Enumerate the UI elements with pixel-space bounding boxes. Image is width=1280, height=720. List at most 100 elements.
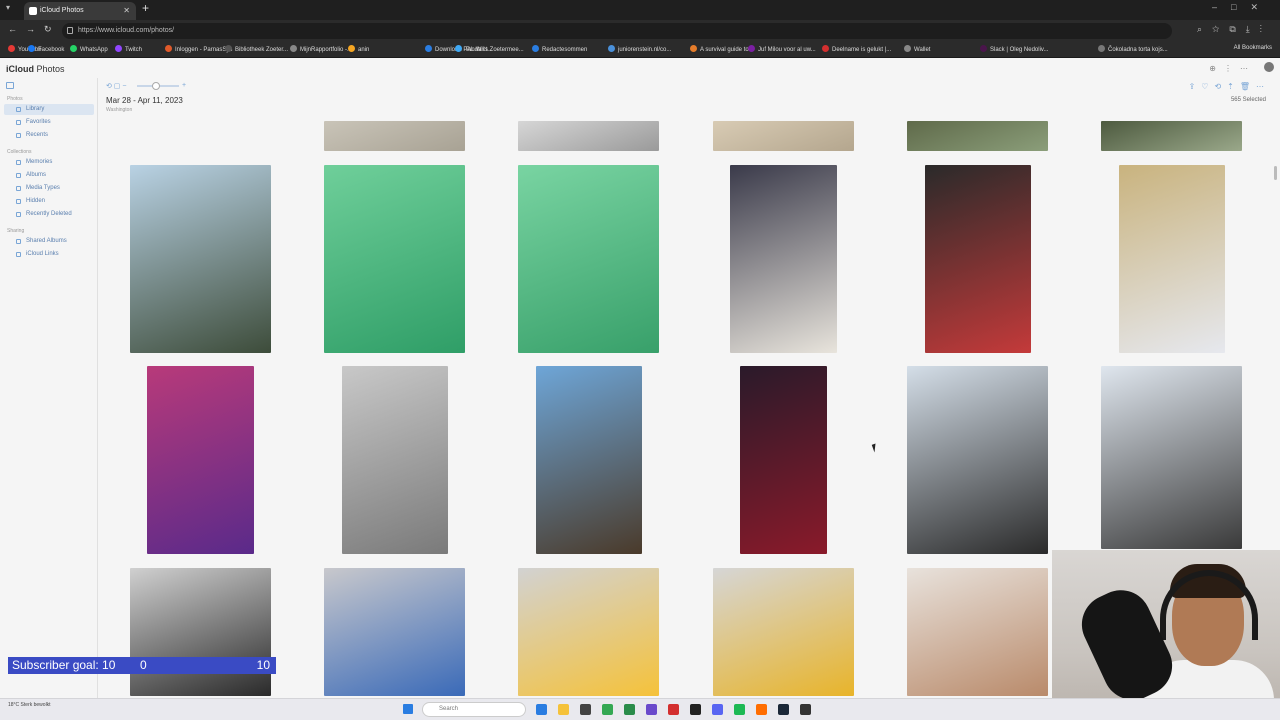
sidebar-item-media-types[interactable]: Media Types [4, 183, 94, 194]
photo-thumbnail[interactable] [907, 121, 1048, 151]
photo-thumbnail[interactable] [518, 121, 659, 151]
zoom-knob[interactable] [152, 82, 160, 90]
photo-action-icons[interactable]: ⇪♡⟲⇡🗑︎⋯ [1189, 82, 1270, 91]
bookmark-favicon-icon [290, 45, 297, 52]
bookmark-item[interactable]: Redactesommen [532, 45, 587, 53]
bookmark-item[interactable]: WhatsApp [70, 45, 108, 53]
bookmark-item[interactable]: juniorenstein.nl/co... [608, 45, 671, 53]
zoom-in-icon[interactable]: + [182, 82, 186, 89]
app-icon[interactable] [756, 704, 767, 715]
bookmark-item[interactable]: Inloggen - ParnasSys [165, 45, 232, 53]
photo-thumbnail[interactable] [1119, 165, 1225, 353]
bookmark-item[interactable]: MijnRapportfolio -... [290, 45, 352, 53]
bookmark-item[interactable]: Čokoladna torta kojs... [1098, 45, 1168, 53]
teams-icon[interactable] [646, 704, 657, 715]
sidebar-item-library[interactable]: Library [4, 104, 94, 115]
bookmark-item[interactable]: A survival guide to... [690, 45, 754, 53]
photo-thumbnail[interactable] [342, 366, 448, 554]
spotify-icon[interactable] [734, 704, 745, 715]
view-toggle-icons[interactable]: ⟲ ▢ − [106, 82, 126, 90]
sidebar-toggle-icon[interactable] [6, 82, 14, 89]
bookmark-label: Čokoladna torta kojs... [1108, 47, 1168, 53]
photo-thumbnail[interactable] [324, 165, 465, 353]
photo-thumbnail[interactable] [147, 366, 254, 554]
browser-tool-icons[interactable]: ⌕☆⧉⤓⋮ [1197, 24, 1272, 35]
all-bookmarks-button[interactable]: All Bookmarks [1234, 45, 1272, 51]
bookmark-item[interactable]: Juf Milou voor al uw... [748, 45, 816, 53]
bookmark-item[interactable]: Deelname is gelukt |... [822, 45, 891, 53]
photo-thumbnail[interactable] [907, 366, 1048, 554]
photo-thumbnail[interactable] [713, 568, 854, 696]
url-bar[interactable]: https://www.icloud.com/photos/ [62, 23, 1172, 39]
bookmark-favicon-icon [425, 45, 432, 52]
photo-thumbnail[interactable] [925, 165, 1031, 353]
obs-icon[interactable] [668, 704, 679, 715]
photo-thumbnail[interactable] [730, 165, 837, 353]
photo-thumbnail[interactable] [740, 366, 827, 554]
windows-taskbar: 18°C Sterk bewolkt Search [0, 698, 1280, 720]
tab-icloud-photos[interactable]: iCloud Photos ✕ [24, 2, 136, 20]
chrome-icon[interactable] [602, 704, 613, 715]
sidebar-item-icloud-links[interactable]: iCloud Links [4, 249, 94, 260]
bookmark-favicon-icon [748, 45, 755, 52]
avatar[interactable] [1264, 62, 1274, 72]
sidebar-item-recently-deleted[interactable]: Recently Deleted [4, 209, 94, 220]
app-header-icons[interactable]: ⊕⋮⋯ [1209, 64, 1256, 73]
bookmark-item[interactable]: Tandarts Zoetermee... [455, 45, 524, 53]
sidebar-item-memories[interactable]: Memories [4, 157, 94, 168]
bookmark-item[interactable]: anin [348, 45, 369, 53]
taskbar-search[interactable]: Search [422, 702, 526, 717]
sidebar-item-label: Media Types [26, 185, 60, 191]
tiktok-icon[interactable] [690, 704, 701, 715]
photo-thumbnail[interactable] [324, 121, 465, 151]
bookmark-label: Slack | Oleg Nedoliv... [990, 47, 1049, 53]
excel-icon[interactable] [624, 704, 635, 715]
forward-icon[interactable]: → [26, 24, 35, 34]
bookmark-item[interactable]: Twitch [115, 45, 142, 53]
weather-widget[interactable]: 18°C Sterk bewolkt [8, 702, 51, 708]
explorer-icon[interactable] [558, 704, 569, 715]
new-tab-button[interactable]: + [142, 1, 149, 15]
edge-icon[interactable] [536, 704, 547, 715]
bookmark-favicon-icon [70, 45, 77, 52]
photo-thumbnail[interactable] [324, 568, 465, 696]
photo-thumbnail[interactable] [1101, 121, 1242, 151]
photo-thumbnail[interactable] [536, 366, 642, 554]
photo-thumbnail[interactable] [713, 121, 854, 151]
sidebar-item-shared-albums[interactable]: Shared Albums [4, 236, 94, 247]
photo-thumbnail[interactable] [518, 568, 659, 696]
start-icon[interactable] [403, 704, 413, 714]
bookmark-item[interactable]: Wallet [904, 45, 930, 53]
sidebar-item-albums[interactable]: Albums [4, 170, 94, 181]
sidebar-item-hidden[interactable]: Hidden [4, 196, 94, 207]
close-tab-icon[interactable]: ✕ [123, 2, 130, 20]
bookmark-item[interactable]: Bibliotheek Zoeter... [225, 45, 288, 53]
bookmark-favicon-icon [608, 45, 615, 52]
bookmark-item[interactable]: Slack | Oleg Nedoliv... [980, 45, 1048, 53]
store-icon[interactable] [580, 704, 591, 715]
bookmark-item[interactable]: Facebook [28, 45, 64, 53]
sidebar-item-icon [16, 120, 21, 125]
sidebar-item-recents[interactable]: Recents [4, 130, 94, 141]
terminal-icon[interactable] [800, 704, 811, 715]
photo-thumbnail[interactable] [518, 165, 659, 353]
photo-thumbnail[interactable] [130, 568, 271, 696]
bookmark-favicon-icon [28, 45, 35, 52]
zoom-slider[interactable] [137, 82, 179, 90]
reload-icon[interactable]: ↻ [44, 24, 52, 35]
steam-icon[interactable] [778, 704, 789, 715]
sidebar-heading: Photos [7, 96, 23, 102]
photo-thumbnail[interactable] [907, 568, 1048, 696]
bookmark-favicon-icon [690, 45, 697, 52]
sidebar-heading: Collections [7, 149, 32, 155]
sidebar-item-favorites[interactable]: Favorites [4, 117, 94, 128]
photo-thumbnail[interactable] [130, 165, 271, 353]
sidebar-item-label: Favorites [26, 119, 51, 125]
tab-search-icon[interactable]: ▾ [6, 3, 10, 12]
sidebar-item-icon [16, 212, 21, 217]
window-controls[interactable]: –□✕ [1212, 2, 1272, 13]
discord-icon[interactable] [712, 704, 723, 715]
back-icon[interactable]: ← [8, 24, 17, 34]
scrollbar[interactable] [1274, 166, 1277, 180]
photo-thumbnail[interactable] [1101, 366, 1242, 549]
